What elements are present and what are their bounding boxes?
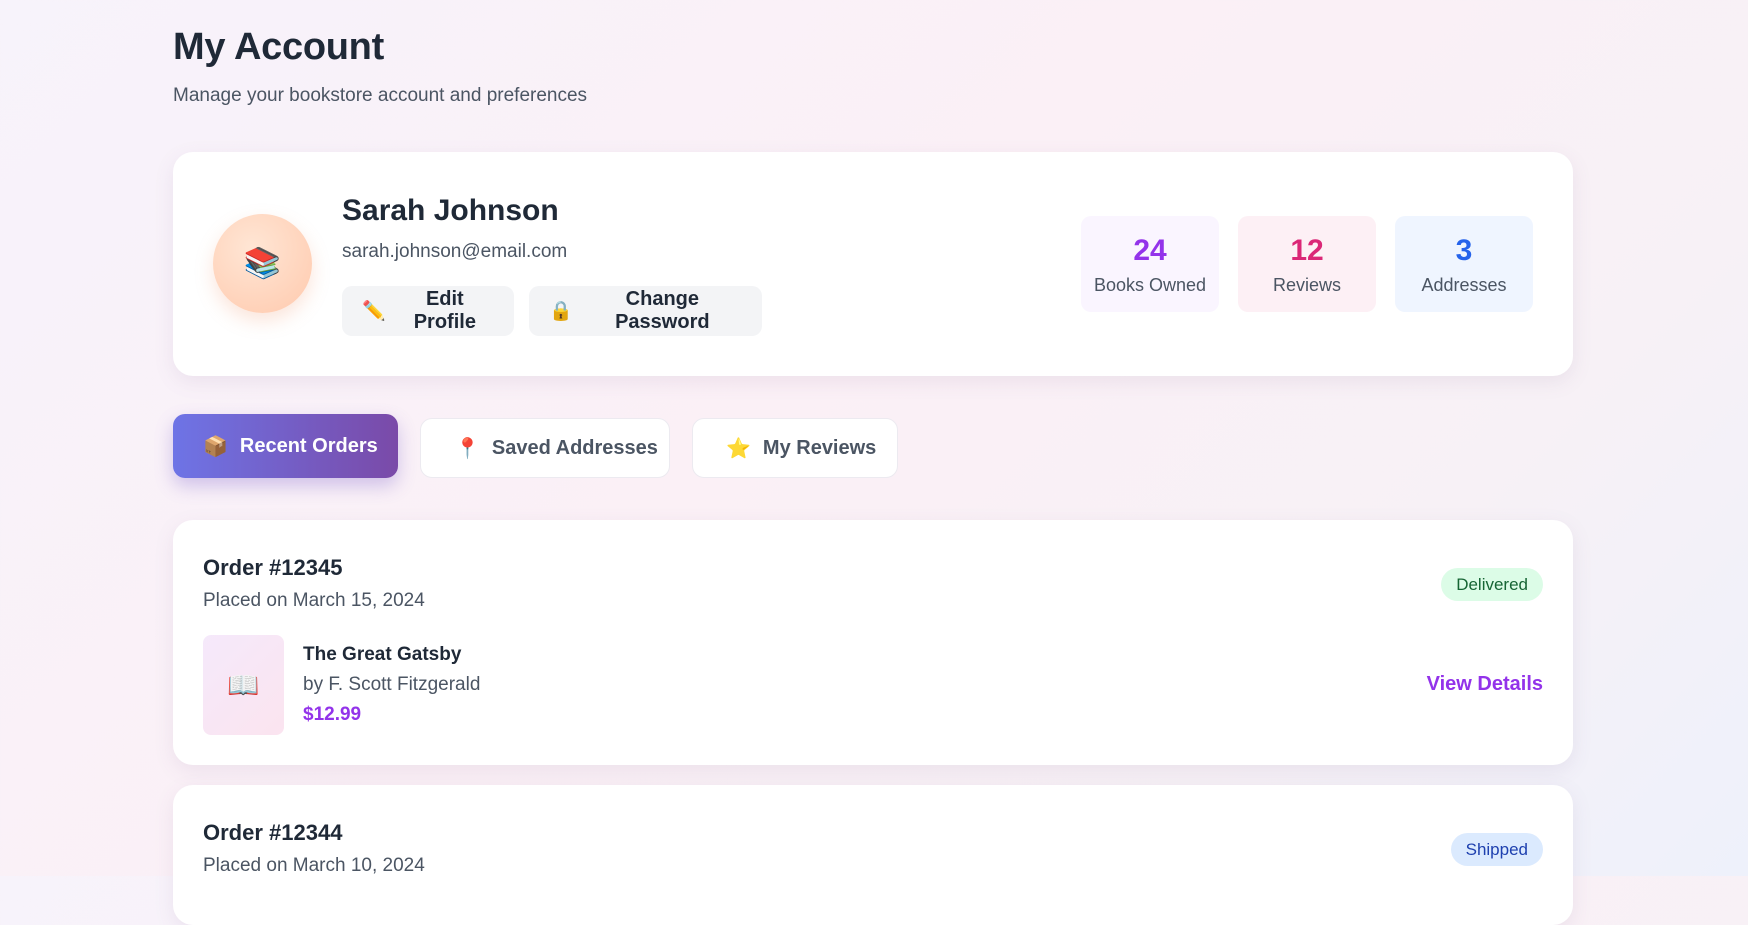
stat-value: 12 xyxy=(1290,234,1324,267)
package-icon: 📦 xyxy=(203,435,228,458)
tab-label: Recent Orders xyxy=(239,434,378,457)
status-badge: Shipped xyxy=(1450,833,1543,866)
stat-addresses: 3 Addresses xyxy=(1395,216,1533,312)
edit-profile-label: Edit Profile xyxy=(413,288,476,333)
tab-my-reviews[interactable]: ⭐ My Reviews xyxy=(692,418,898,478)
profile-card: 📚 Sarah Johnson sarah.johnson@email.com … xyxy=(173,152,1573,376)
stat-label: Addresses xyxy=(1421,275,1507,295)
change-password-button[interactable]: 🔒 Change Password xyxy=(529,286,762,336)
tab-label: My Reviews xyxy=(762,436,877,459)
books-icon: 📚 xyxy=(243,247,282,280)
book-title: The Great Gatsby xyxy=(303,644,462,665)
change-password-label: Change Password xyxy=(615,288,710,333)
order-date: Placed on March 15, 2024 xyxy=(203,590,425,611)
tab-recent-orders[interactable]: 📦 Recent Orders xyxy=(173,414,398,478)
order-card: Order #12345 Placed on March 15, 2024 De… xyxy=(173,520,1573,765)
order-title: Order #12344 xyxy=(203,820,343,845)
page-title: My Account xyxy=(173,26,384,68)
page-subtitle: Manage your bookstore account and prefer… xyxy=(173,85,588,106)
profile-email: sarah.johnson@email.com xyxy=(342,241,568,262)
tab-label: Saved Addresses xyxy=(491,436,658,459)
stat-label: Reviews xyxy=(1272,275,1342,295)
stat-value: 3 xyxy=(1455,234,1473,267)
order-title: Order #12345 xyxy=(203,555,343,580)
lock-icon: 🔒 xyxy=(549,301,573,322)
open-book-icon: 📖 xyxy=(227,669,260,700)
book-price: $12.99 xyxy=(303,704,362,725)
view-details-link[interactable]: View Details xyxy=(1427,673,1543,696)
avatar: 📚 xyxy=(213,214,312,313)
order-card: Order #12344 Placed on March 10, 2024 Sh… xyxy=(173,785,1573,925)
stat-label: Books Owned xyxy=(1093,275,1207,295)
star-icon: ⭐ xyxy=(726,437,751,460)
stat-books-owned: 24 Books Owned xyxy=(1081,216,1219,312)
stat-reviews: 12 Reviews xyxy=(1238,216,1376,312)
profile-name: Sarah Johnson xyxy=(342,194,559,227)
book-thumbnail: 📖 xyxy=(203,635,284,735)
pin-icon: 📍 xyxy=(455,437,480,460)
tab-saved-addresses[interactable]: 📍 Saved Addresses xyxy=(420,418,670,478)
edit-profile-button[interactable]: ✏️ Edit Profile xyxy=(342,286,514,336)
pencil-icon: ✏️ xyxy=(362,301,386,322)
book-author: by F. Scott Fitzgerald xyxy=(303,674,481,695)
status-badge: Delivered xyxy=(1441,568,1543,601)
order-date: Placed on March 10, 2024 xyxy=(203,855,425,876)
stat-value: 24 xyxy=(1133,234,1167,267)
